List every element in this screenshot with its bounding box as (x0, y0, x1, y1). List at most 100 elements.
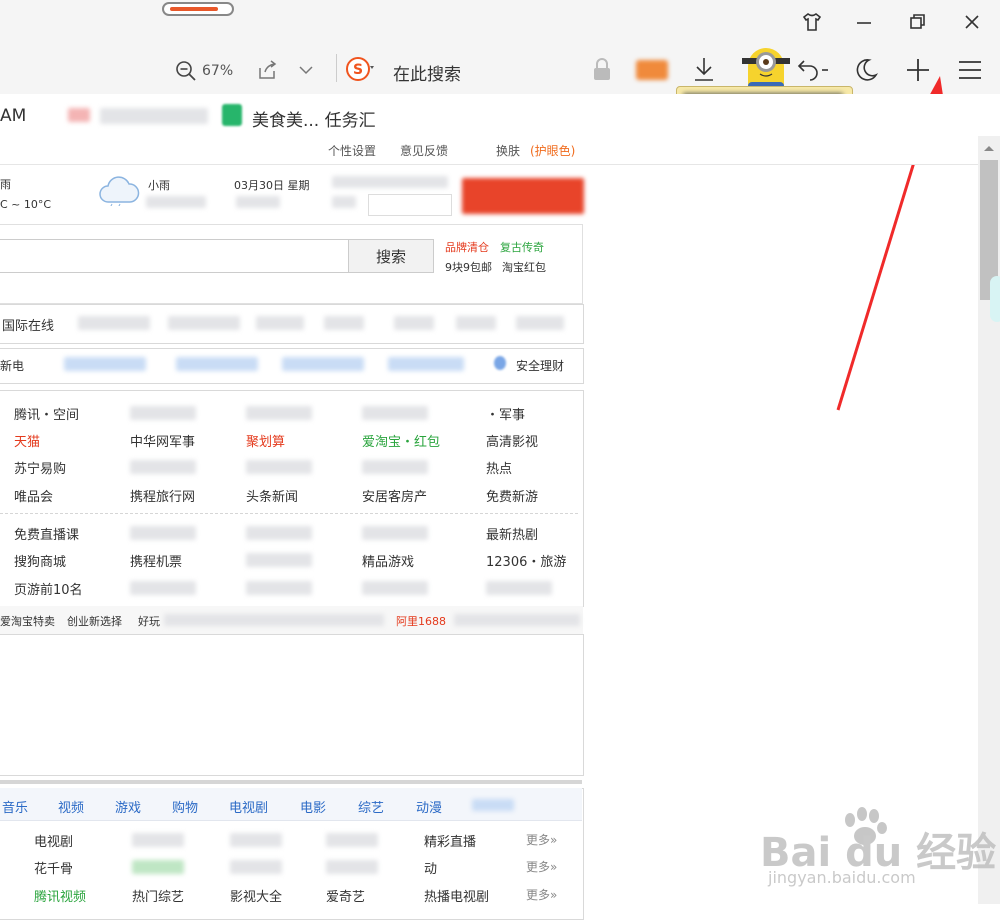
baidu-jingyan-watermark: Bai du 经验 jingyan.baidu.com (760, 800, 1000, 900)
video-tab[interactable]: 综艺 (358, 797, 384, 816)
site-link[interactable]: 精品游戏 (362, 551, 414, 570)
site-link[interactable]: 安居客房产 (362, 486, 427, 505)
video-tab[interactable]: 动漫 (416, 797, 442, 816)
skin-link[interactable]: 换肤 (496, 142, 520, 159)
eye-care-link[interactable]: (护眼色) (530, 142, 575, 159)
ticker-link[interactable]: 爱淘宝特卖 (0, 613, 55, 629)
site-link[interactable]: 搜狗商城 (14, 551, 66, 570)
site-link[interactable]: 免费新游 (486, 486, 538, 505)
video-link[interactable]: 热门综艺 (132, 886, 184, 905)
blurred-link[interactable] (486, 581, 552, 595)
video-link[interactable]: 影视大全 (230, 886, 282, 905)
side-widget[interactable] (990, 276, 1000, 322)
shield-icon (494, 356, 506, 370)
site-link[interactable]: ・军事 (486, 404, 525, 423)
site-link[interactable]: 中华网军事 (130, 431, 195, 450)
blurred-link[interactable] (130, 406, 196, 420)
blurred-link[interactable] (362, 581, 428, 595)
lock-icon[interactable] (592, 58, 612, 85)
sogou-search-icon[interactable]: S (346, 56, 374, 85)
site-link[interactable]: 热点 (486, 458, 512, 477)
site-link[interactable]: 聚划算 (246, 431, 285, 450)
blurred-link[interactable] (132, 860, 184, 874)
video-link[interactable]: 腾讯视频 (34, 886, 86, 905)
section-divider (0, 780, 582, 784)
blurred-link[interactable] (246, 581, 312, 595)
ad-banner-red-packet[interactable] (462, 178, 584, 214)
blurred-link[interactable] (230, 833, 282, 847)
ticker-link[interactable]: 好玩 (138, 613, 160, 629)
bookmark-item[interactable]: 美食美... 任务汇 (252, 106, 376, 131)
extension-icon[interactable] (636, 60, 668, 80)
share-icon[interactable] (257, 59, 279, 84)
more-link[interactable]: 更多» (526, 831, 557, 848)
blurred-link[interactable] (362, 460, 428, 474)
video-link[interactable]: 爱奇艺 (326, 886, 365, 905)
grid-divider (0, 513, 578, 514)
date-text: 03月30日 星期 (234, 179, 310, 192)
site-link[interactable]: 12306・旅游 (486, 551, 566, 570)
blurred-link[interactable] (230, 860, 282, 874)
video-link[interactable]: 花千骨 (34, 858, 73, 877)
site-link[interactable]: 腾讯・空间 (14, 404, 79, 423)
video-link[interactable]: 动 (424, 858, 437, 877)
blurred-link[interactable] (362, 526, 428, 540)
zoom-level[interactable]: 67% (202, 63, 233, 79)
video-tab[interactable]: 电视剧 (229, 797, 268, 816)
blurred-link[interactable] (326, 833, 378, 847)
feedback-link[interactable]: 意见反馈 (400, 142, 448, 159)
ticker-link[interactable]: 阿里1688 (396, 613, 446, 629)
close-icon[interactable] (956, 8, 988, 36)
more-link[interactable]: 更多» (526, 858, 557, 875)
search-input[interactable]: 在此搜索 (393, 60, 461, 85)
blurred-link[interactable] (130, 526, 196, 540)
chevron-down-icon[interactable] (296, 60, 316, 83)
site-link[interactable]: 页游前10名 (14, 579, 83, 598)
video-tab[interactable]: 音乐 (2, 797, 28, 816)
blurred-link[interactable] (130, 460, 196, 474)
video-link[interactable]: 热播电视剧 (424, 886, 489, 905)
blurred-link[interactable] (246, 460, 312, 474)
site-link[interactable]: 免费直播课 (14, 524, 79, 543)
blurred-link[interactable] (362, 406, 428, 420)
site-link[interactable]: 高清影视 (486, 431, 538, 450)
blurred-link[interactable] (130, 581, 196, 595)
nav-link[interactable]: 安全理财 (516, 357, 564, 374)
undo-icon[interactable] (792, 56, 832, 87)
site-link[interactable]: 携程机票 (130, 551, 182, 570)
blurred-link[interactable] (132, 833, 184, 847)
personal-settings-link[interactable]: 个性设置 (328, 142, 376, 159)
nav-link[interactable]: 国际在线 (2, 315, 54, 334)
video-tab[interactable]: 购物 (172, 797, 198, 816)
more-link[interactable]: 更多» (526, 886, 557, 903)
tab-indicator[interactable] (162, 2, 234, 16)
video-link[interactable]: 精彩直播 (424, 831, 476, 850)
site-link[interactable]: 苏宁易购 (14, 458, 66, 477)
video-link[interactable]: 电视剧 (34, 831, 73, 850)
minimize-icon[interactable] (848, 8, 880, 36)
toolbar-divider (336, 54, 337, 82)
zoom-icon[interactable] (174, 59, 198, 86)
bookmark-item[interactable]: AM (0, 106, 26, 126)
site-link[interactable]: 携程旅行网 (130, 486, 195, 505)
video-tab[interactable]: 电影 (300, 797, 326, 816)
site-link[interactable]: 天猫 (14, 431, 40, 450)
video-tab[interactable]: 视频 (58, 797, 84, 816)
site-link[interactable]: 爱淘宝・红包 (362, 431, 440, 450)
blurred-link[interactable] (326, 860, 378, 874)
site-link[interactable]: 最新热剧 (486, 524, 538, 543)
download-icon[interactable] (690, 54, 718, 87)
scroll-up-icon[interactable] (982, 142, 996, 156)
restore-icon[interactable] (902, 8, 934, 36)
city-input[interactable] (368, 194, 452, 216)
blurred-link[interactable] (246, 553, 312, 567)
nav-link[interactable]: 新电 (0, 357, 24, 374)
site-link[interactable]: 头条新闻 (246, 486, 298, 505)
ticker-link[interactable]: 创业新选择 (67, 613, 122, 629)
blurred-link[interactable] (246, 406, 312, 420)
blurred-link[interactable] (246, 526, 312, 540)
skin-shirt-icon[interactable] (796, 8, 828, 36)
video-tab[interactable]: 游戏 (115, 797, 141, 816)
site-link[interactable]: 唯品会 (14, 486, 53, 505)
menu-hamburger-icon[interactable] (956, 56, 984, 87)
